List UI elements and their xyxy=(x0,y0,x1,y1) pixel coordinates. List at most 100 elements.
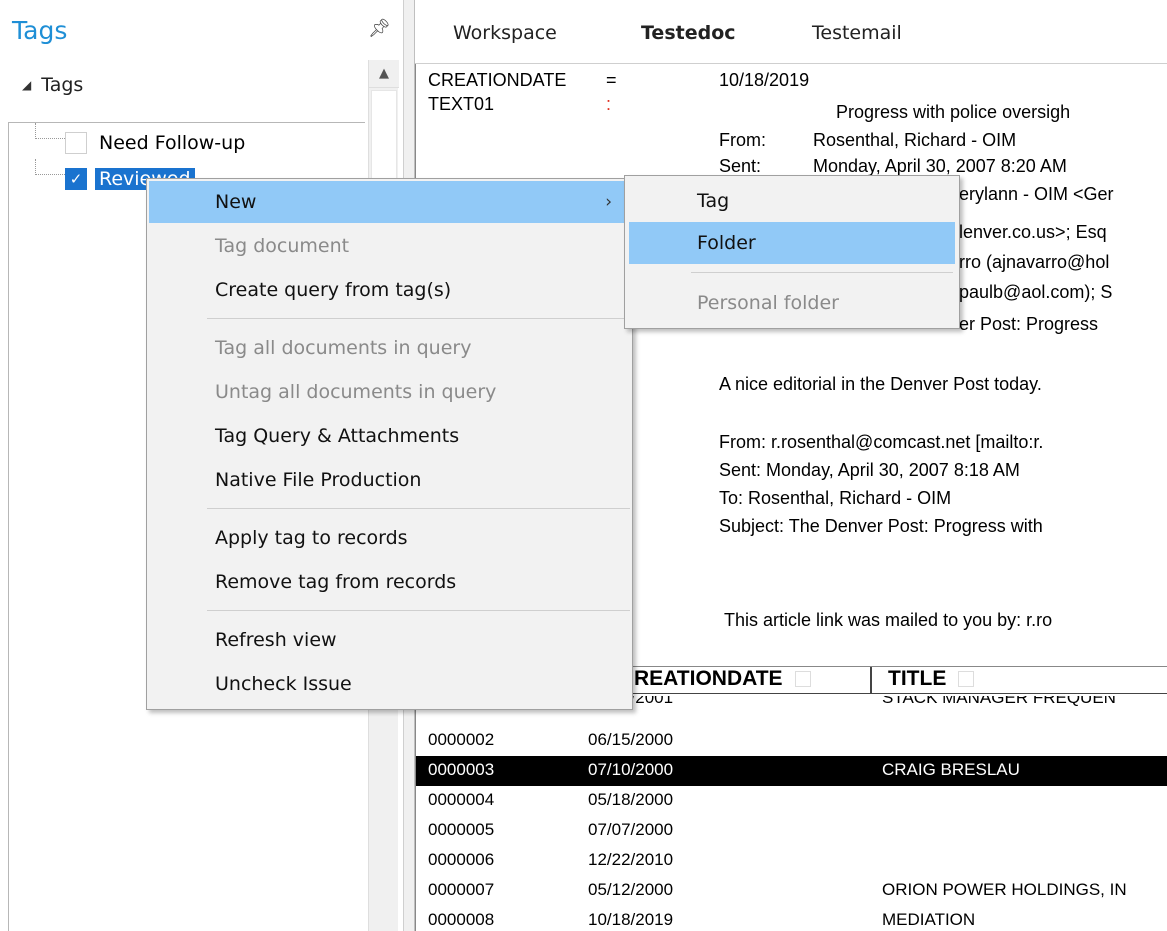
doc-text: erylann - OIM <Ger xyxy=(959,184,1114,204)
menu-separator xyxy=(691,272,953,273)
tree-connector xyxy=(35,123,65,139)
menu-item-tag-all-documents-in-query: Tag all documents in query xyxy=(149,327,630,369)
menu-item-new[interactable]: New › xyxy=(149,181,630,223)
pin-icon[interactable]: 📌︎ xyxy=(368,18,391,39)
doc-text: lenver.co.us>; Esq xyxy=(959,222,1107,242)
doc-text: rro (ajnavarro@hol xyxy=(959,252,1110,272)
row-date-cell: 12/22/2010 xyxy=(588,850,674,869)
scroll-up-arrow-icon[interactable]: ▲ xyxy=(369,60,399,88)
document-tab-bar: Workspace Testedoc Testemail xyxy=(415,0,1167,64)
doc-text: To: Rosenthal, Richard - OIM xyxy=(719,488,952,508)
row-date-cell: 10/18/2019 xyxy=(588,910,674,929)
row-id-cell: 0000008 xyxy=(428,910,495,929)
menu-item-label: Create query from tag(s) xyxy=(215,279,452,301)
menu-item-label: New xyxy=(215,191,257,213)
menu-item-label: Tag all documents in query xyxy=(215,337,472,359)
column-header-creationdate[interactable]: REATIONDATE xyxy=(634,667,811,694)
table-row[interactable]: 0000007 05/12/2000 ORION POWER HOLDINGS, I… xyxy=(416,876,1167,906)
row-date-cell: 07/10/2000 xyxy=(588,760,674,779)
submenu-item-tag[interactable]: Tag xyxy=(629,180,955,222)
new-submenu: Tag Folder Personal folder xyxy=(624,175,960,329)
row-id-cell: 0000002 xyxy=(428,730,495,749)
menu-item-tag-query-attachments[interactable]: Tag Query & Attachments xyxy=(149,415,630,457)
tree-item-label: Need Follow-up xyxy=(99,132,246,154)
table-row[interactable]: 0000003 07/10/2000 CRAIG BRESLAU xyxy=(416,756,1167,786)
tab-workspace[interactable]: Workspace xyxy=(453,22,557,44)
table-row[interactable]: 0000008 10/18/2019 MEDIATION xyxy=(416,906,1167,931)
row-title-cell: MEDIATION xyxy=(882,910,976,929)
menu-item-native-file-production[interactable]: Native File Production xyxy=(149,459,630,501)
doc-text: Subject: The Denver Post: Progress with xyxy=(719,516,1043,536)
menu-item-label: Tag document xyxy=(215,235,350,257)
row-id-cell: 0000005 xyxy=(428,820,495,839)
column-filter-box[interactable] xyxy=(794,671,811,688)
checkbox[interactable] xyxy=(65,132,87,154)
menu-item-apply-tag-to-records[interactable]: Apply tag to records xyxy=(149,517,630,559)
field-value: 10/18/2019 xyxy=(719,70,810,90)
menu-item-label: Tag xyxy=(697,190,730,212)
menu-separator xyxy=(207,508,630,509)
tab-testemail[interactable]: Testemail xyxy=(812,22,902,44)
column-header-label: TITLE xyxy=(888,667,947,690)
row-title-cell: CRAIG BRESLAU xyxy=(882,760,1020,779)
panel-title: Tags xyxy=(12,16,68,45)
doc-text: Rosenthal, Richard - OIM xyxy=(813,130,1017,150)
submenu-arrow-icon: › xyxy=(605,192,612,212)
tree-root-node[interactable]: ◢ Tags xyxy=(22,74,83,96)
row-id-cell: 0000004 xyxy=(428,790,495,809)
field-name: TEXT01 xyxy=(428,94,495,114)
menu-item-untag-all-documents-in-query: Untag all documents in query xyxy=(149,371,630,413)
row-id-cell: 0000003 xyxy=(428,760,495,779)
doc-text: Monday, April 30, 2007 8:20 AM xyxy=(813,156,1067,176)
submenu-item-personal-folder: Personal folder xyxy=(629,282,955,324)
doc-text: From: r.rosenthal@comcast.net [mailto:r. xyxy=(719,432,1044,452)
menu-item-label: Apply tag to records xyxy=(215,527,408,549)
row-date-cell: 05/18/2000 xyxy=(588,790,674,809)
field-separator: = xyxy=(606,70,617,90)
doc-text: Sent: xyxy=(719,156,762,176)
menu-item-uncheck-issue[interactable]: Uncheck Issue xyxy=(149,663,630,705)
table-row[interactable]: 0000002 06/15/2000 xyxy=(416,726,1167,756)
column-filter-box[interactable] xyxy=(958,671,975,688)
collapse-arrow-icon[interactable]: ◢ xyxy=(22,78,31,92)
tab-testedoc[interactable]: Testedoc xyxy=(641,22,736,44)
table-row[interactable]: 0000006 12/22/2010 xyxy=(416,846,1167,876)
context-menu: New › Tag document Create query from tag(s)… xyxy=(146,178,633,710)
menu-item-label: Uncheck Issue xyxy=(215,673,352,695)
menu-item-label: Refresh view xyxy=(215,629,337,651)
menu-item-label: Personal folder xyxy=(697,292,839,314)
row-date-cell: 05/12/2000 xyxy=(588,880,674,899)
menu-item-label: Tag Query & Attachments xyxy=(215,425,460,447)
tree-connector xyxy=(35,159,65,175)
table-row[interactable]: 0000004 05/18/2000 xyxy=(416,786,1167,816)
submenu-item-folder[interactable]: Folder xyxy=(629,222,955,264)
menu-item-label: Folder xyxy=(697,232,756,254)
menu-item-label: Untag all documents in query xyxy=(215,381,497,403)
row-id-cell: 0000006 xyxy=(428,850,495,869)
field-separator: : xyxy=(606,94,612,114)
doc-text: paulb@aol.com); S xyxy=(959,282,1113,302)
doc-text: Sent: Monday, April 30, 2007 8:18 AM xyxy=(719,460,1020,480)
doc-text: A nice editorial in the Denver Post toda… xyxy=(719,374,1042,394)
checkbox-checked[interactable]: ✓ xyxy=(65,168,87,190)
doc-text: Progress with police oversigh xyxy=(836,102,1071,122)
tree-root-label: Tags xyxy=(41,74,84,96)
menu-item-create-query-from-tag-s[interactable]: Create query from tag(s) xyxy=(149,269,630,311)
menu-item-refresh-view[interactable]: Refresh view xyxy=(149,619,630,661)
doc-text: er Post: Progress xyxy=(959,314,1099,334)
doc-text: From: xyxy=(719,130,766,150)
column-header-title[interactable]: TITLE xyxy=(888,667,975,694)
menu-item-label: Remove tag from records xyxy=(215,571,457,593)
row-title-cell: ORION POWER HOLDINGS, IN xyxy=(882,880,1127,899)
doc-text: This article link was mailed to you by: … xyxy=(724,610,1053,630)
row-id-cell: 0000007 xyxy=(428,880,495,899)
field-name: CREATIONDATE xyxy=(428,70,567,90)
row-date-cell: 06/15/2000 xyxy=(588,730,674,749)
menu-item-label: Native File Production xyxy=(215,469,422,491)
column-divider[interactable] xyxy=(870,667,872,694)
menu-item-tag-document: Tag document xyxy=(149,225,630,267)
menu-item-remove-tag-from-records[interactable]: Remove tag from records xyxy=(149,561,630,603)
table-row[interactable]: 0000005 07/07/2000 xyxy=(416,816,1167,846)
menu-separator xyxy=(207,610,630,611)
column-header-label: REATIONDATE xyxy=(634,667,783,690)
